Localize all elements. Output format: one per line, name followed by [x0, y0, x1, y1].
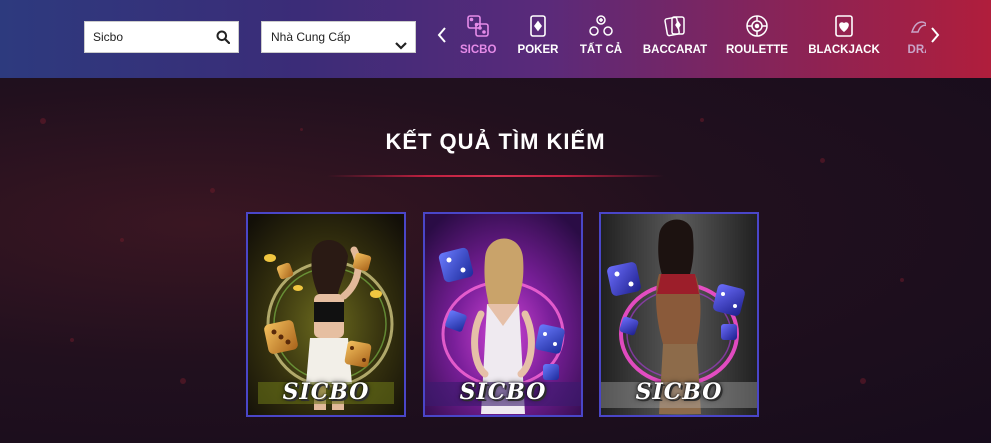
category-roulette[interactable]: ROULETTE [726, 12, 788, 72]
category-label: BLACKJACK [808, 44, 880, 56]
category-label: DRA [907, 44, 926, 56]
category-blackjack[interactable]: BLACKJACK [808, 12, 880, 72]
playing-card-icon [530, 15, 546, 37]
category-label: SICBO [460, 44, 497, 56]
game-card-label: SICBO [459, 379, 547, 405]
provider-select[interactable]: Nhà Cung Cấp [261, 21, 416, 53]
game-card-label: SICBO [635, 379, 723, 405]
category-sicbo[interactable]: SICBO [460, 12, 496, 72]
title-divider [327, 175, 664, 177]
search-input[interactable] [85, 22, 213, 52]
dragon-icon [910, 21, 926, 33]
next-arrow-icon[interactable] [930, 26, 940, 49]
page-title: KẾT QUẢ TÌM KIẾM [385, 129, 606, 154]
game-card-sicbo-gold[interactable]: SICBO [246, 212, 406, 417]
all-games-icon [589, 15, 613, 36]
top-navigation-bar: Nhà Cung Cấp SICBO POKER TẤT CẢ BACCARAT… [0, 0, 991, 78]
category-poker[interactable]: POKER [516, 12, 560, 72]
category-label: TẤT CẢ [579, 44, 623, 56]
game-card-sicbo-silver[interactable]: SICBO [599, 212, 759, 417]
cards-icon [664, 16, 685, 37]
game-card-sicbo-purple[interactable]: SICBO [423, 212, 583, 417]
category-label: POKER [517, 44, 559, 56]
search-icon[interactable] [216, 30, 231, 49]
prev-arrow-icon[interactable] [437, 26, 447, 49]
category-label: ROULETTE [726, 44, 788, 56]
blackjack-icon [835, 15, 853, 37]
category-label: BACCARAT [642, 44, 708, 56]
provider-select-value: Nhà Cung Cấp [271, 30, 351, 44]
roulette-icon [746, 15, 768, 37]
category-baccarat[interactable]: BACCARAT [642, 12, 708, 72]
game-category-list: SICBO POKER TẤT CẢ BACCARAT ROULETTE BLA… [448, 12, 926, 72]
dice-icon [467, 15, 489, 37]
search-box[interactable] [84, 21, 239, 53]
chevron-down-icon [395, 32, 407, 62]
category-all[interactable]: TẤT CẢ [578, 12, 624, 72]
category-dragon[interactable]: DRA [900, 12, 926, 72]
game-card-label: SICBO [282, 379, 370, 405]
